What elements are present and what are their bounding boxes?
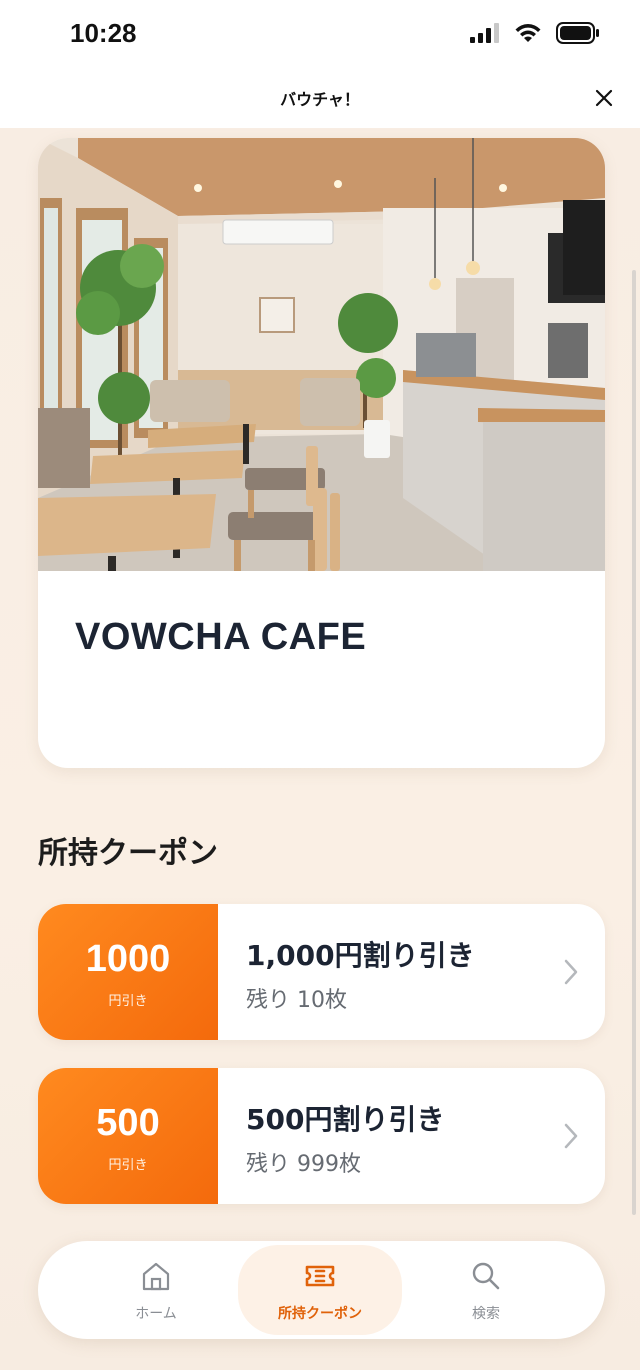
bottom-nav: ホーム 所持クーポン 検索 (38, 1241, 605, 1339)
app-header: バウチャ！ (0, 72, 640, 128)
chevron-right-icon (564, 1123, 578, 1149)
coupon-amount: 500 (96, 1102, 160, 1144)
chevron-right-icon (564, 959, 578, 985)
status-bar: 10:28 (0, 0, 640, 72)
coupon-amount-badge: 500 円引き (38, 1068, 218, 1204)
coupon-unit: 円引き (108, 1158, 148, 1173)
close-icon (595, 89, 613, 107)
coupon-amount: 1000 (85, 938, 171, 980)
nav-label: ホーム (135, 1306, 177, 1322)
nav-label: 所持クーポン (278, 1306, 362, 1322)
cellular-signal-icon (470, 23, 499, 43)
store-photo (38, 138, 605, 571)
main-content: VOWCHA CAFE 所持クーポン 1000 円引き 1,000円割り引き 残… (0, 128, 640, 1370)
ticket-icon (305, 1265, 335, 1287)
coupon-title: 1,000円割り引き (246, 939, 475, 972)
close-button[interactable] (588, 82, 620, 114)
section-title: 所持クーポン (38, 836, 218, 871)
coupon-amount-badge: 1000 円引き (38, 904, 218, 1040)
nav-item-search[interactable]: 検索 (404, 1245, 568, 1335)
status-icons (470, 22, 600, 44)
coupon-card[interactable]: 500 円引き 500円割り引き 残り 999枚 (38, 1068, 605, 1204)
coupon-remaining: 残り 999枚 (246, 1152, 361, 1177)
app-title: バウチャ！ (280, 90, 360, 109)
scrollbar[interactable] (632, 270, 636, 1215)
coupon-card[interactable]: 1000 円引き 1,000円割り引き 残り 10枚 (38, 904, 605, 1040)
home-icon (142, 1262, 170, 1291)
coupon-remaining: 残り 10枚 (246, 988, 347, 1013)
coupon-unit: 円引き (108, 994, 148, 1009)
search-icon (472, 1262, 500, 1290)
store-card: VOWCHA CAFE (38, 138, 605, 768)
nav-item-coupons[interactable]: 所持クーポン (238, 1245, 402, 1335)
store-name: VOWCHA CAFE (75, 616, 367, 658)
nav-label: 検索 (472, 1306, 500, 1322)
battery-icon (556, 22, 599, 44)
coupon-title: 500円割り引き (246, 1103, 445, 1136)
status-time: 10:28 (70, 18, 137, 48)
nav-item-home[interactable]: ホーム (74, 1245, 238, 1335)
wifi-icon (515, 24, 541, 42)
